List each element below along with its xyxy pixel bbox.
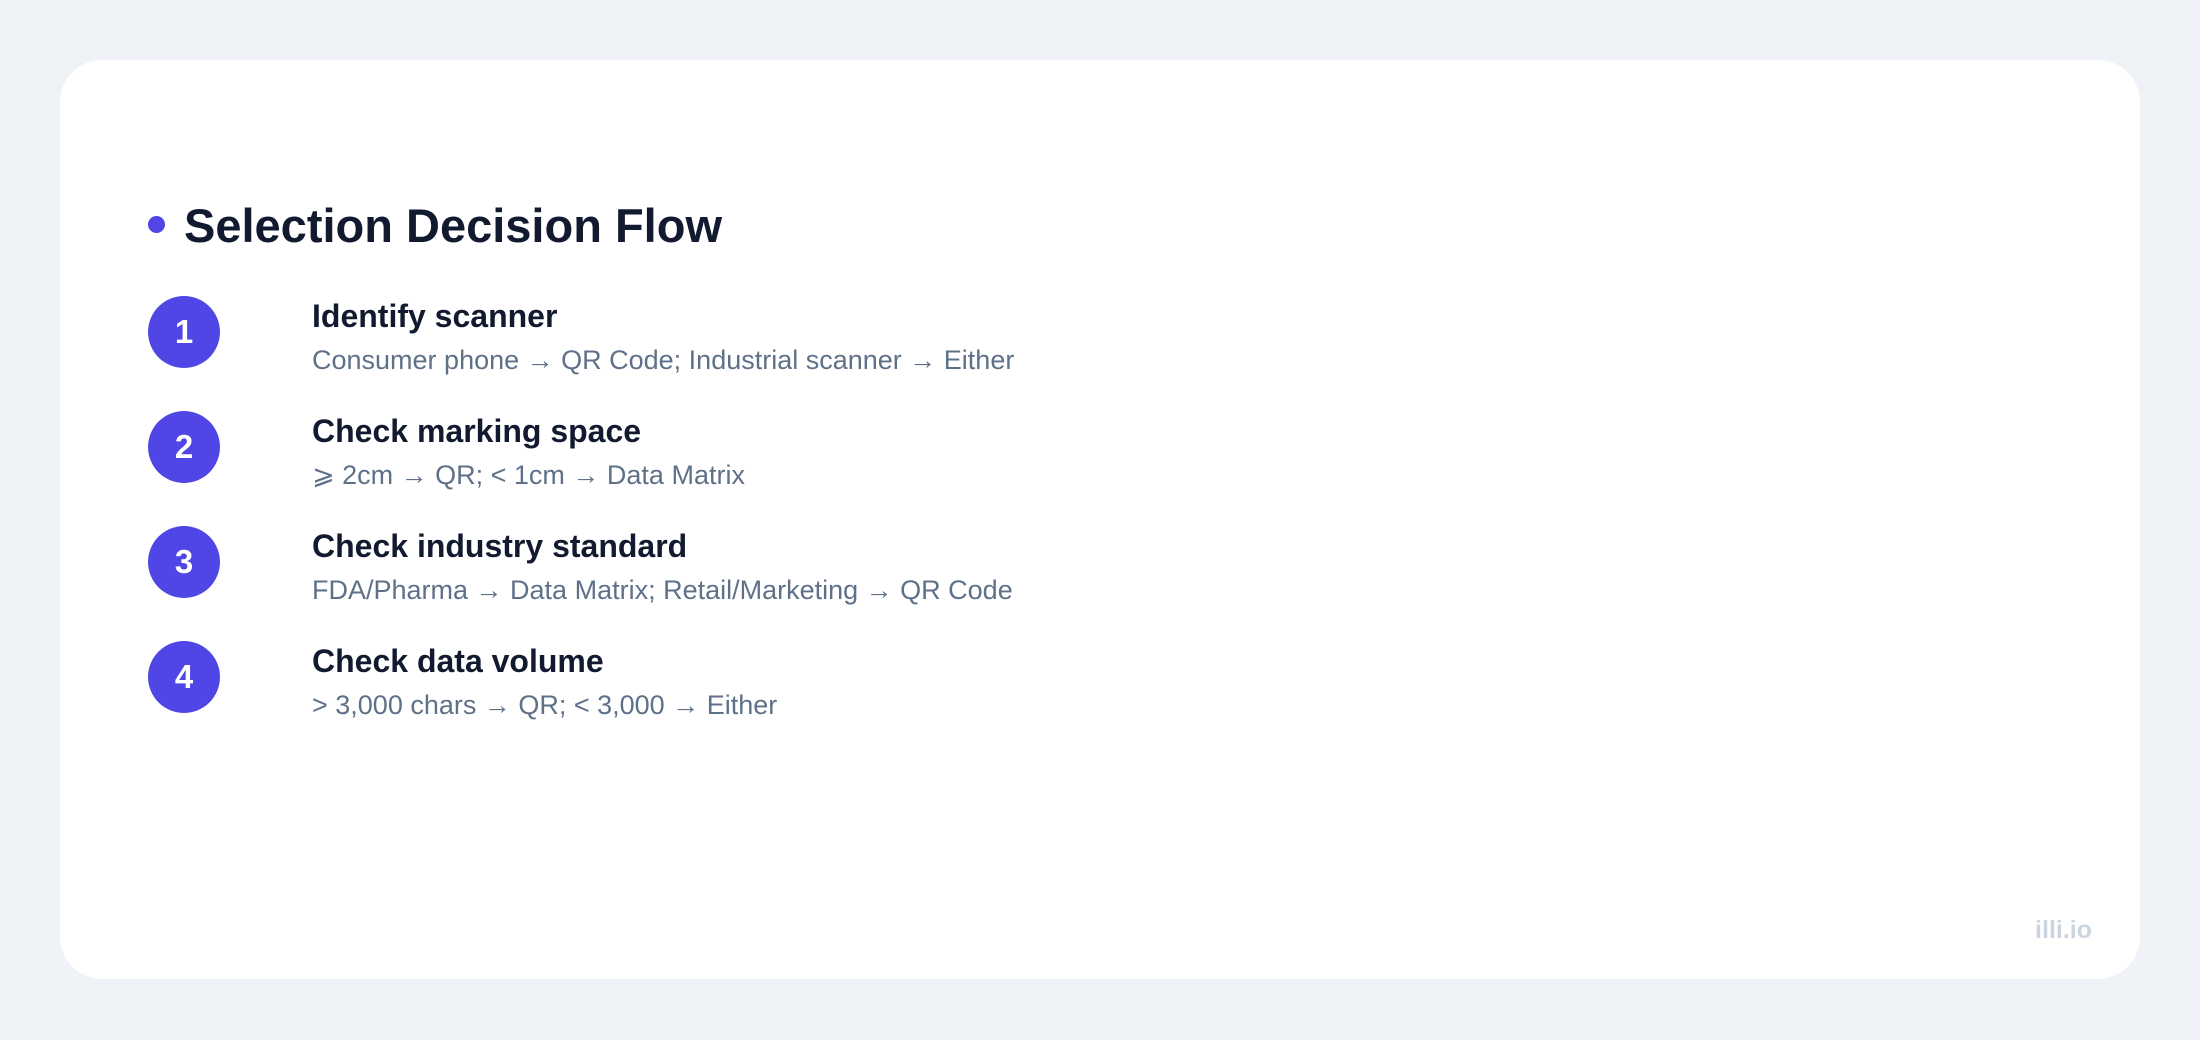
step-description: Consumer phone → QR Code; Industrial sca…: [312, 345, 1015, 375]
step-description: ⩾ 2cm → QR; < 1cm → Data Matrix: [312, 460, 745, 490]
step-title: Identify scanner: [312, 298, 558, 334]
flow-card: Selection Decision Flow 1 Identify scann…: [60, 60, 2140, 979]
title-row: Selection Decision Flow: [148, 198, 722, 254]
brand-watermark: illi.io: [2035, 916, 2092, 944]
title-bullet-icon: [148, 215, 165, 233]
step-title: Check marking space: [312, 413, 642, 449]
step-description: FDA/Pharma → Data Matrix; Retail/Marketi…: [312, 575, 1013, 605]
step-title: Check industry standard: [312, 528, 688, 564]
step-number-badge: 1: [148, 296, 220, 368]
step-description: > 3,000 chars → QR; < 3,000 → Either: [312, 690, 778, 720]
step-number-badge: 2: [148, 411, 220, 483]
page-title: Selection Decision Flow: [184, 199, 722, 252]
step-number-badge: 3: [148, 526, 220, 598]
step-title: Check data volume: [312, 643, 604, 679]
step-number-badge: 4: [148, 641, 220, 713]
